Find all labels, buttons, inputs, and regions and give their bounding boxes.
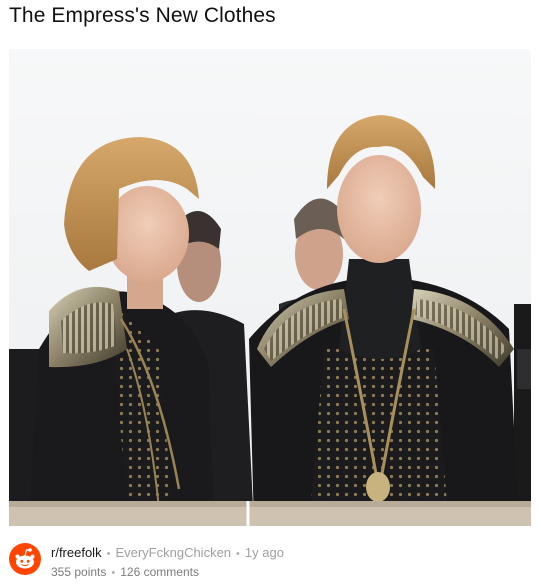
post-title[interactable]: The Empress's New Clothes <box>9 4 276 28</box>
post-meta-footer: r/freefolk • EveryFckngChicken • 1y ago 355 … <box>9 540 531 584</box>
post-meta-secondary: 355 points • 126 comments <box>51 565 199 579</box>
points-count: 355 points <box>51 565 107 579</box>
author-link[interactable]: EveryFckngChicken <box>115 545 231 560</box>
subreddit-link[interactable]: r/freefolk <box>51 545 102 560</box>
separator-dot: • <box>111 567 116 579</box>
post-age: 1y ago <box>244 545 284 560</box>
post-meta-primary: r/freefolk • EveryFckngChicken • 1y ago <box>51 545 284 560</box>
separator-dot: • <box>236 548 240 560</box>
separator-dot: • <box>106 548 111 560</box>
post-image[interactable] <box>9 49 531 526</box>
reddit-snoo-icon[interactable] <box>9 543 41 575</box>
post-photo-illustration <box>9 49 531 526</box>
comments-link[interactable]: 126 comments <box>120 565 199 579</box>
